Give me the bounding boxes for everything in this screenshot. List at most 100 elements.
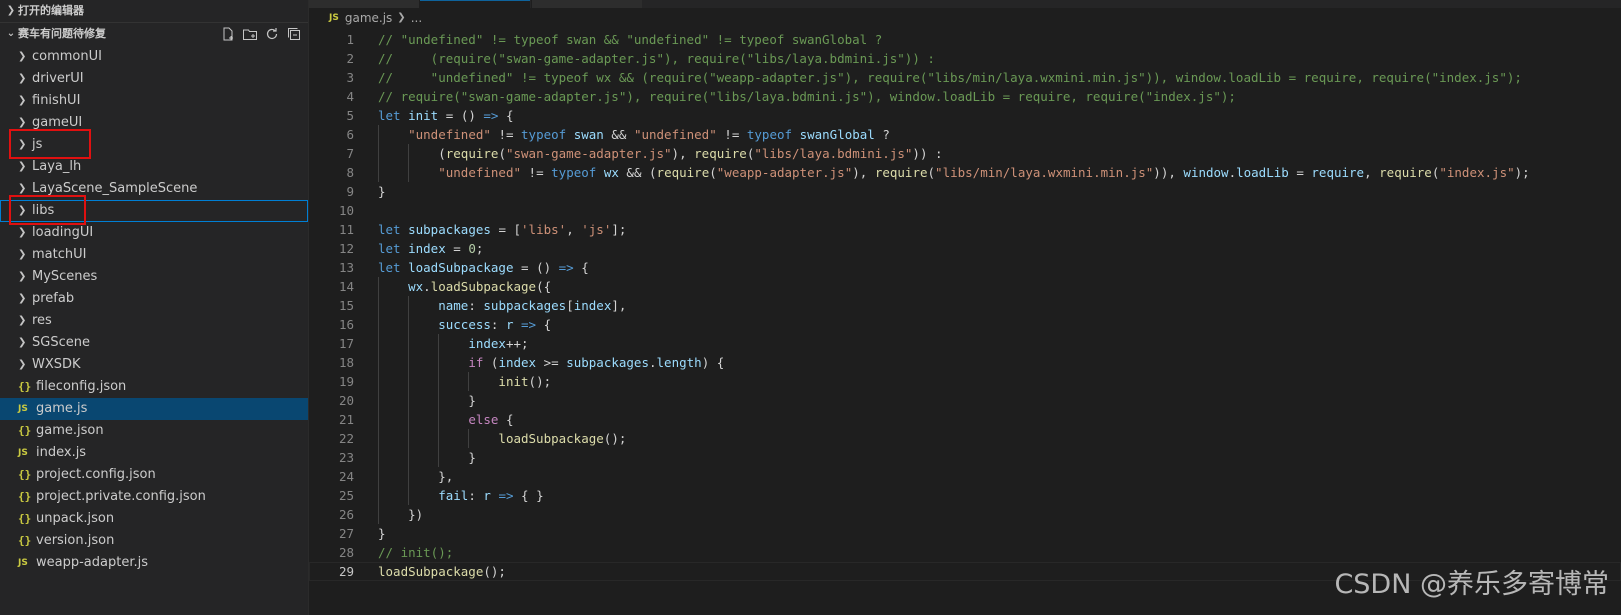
code-line[interactable]: 15 name: subpackages[index], [309,296,1621,315]
code-line[interactable]: 20 } [309,391,1621,410]
code-text: let subpackages = ['libs', 'js']; [378,222,627,237]
chevron-right-icon: ❯ [18,337,27,348]
code-text: // (require("swan-game-adapter.js"), req… [378,51,935,66]
code-line[interactable]: 16 success: r => { [309,315,1621,334]
code-text: let index = 0; [378,241,484,256]
code-line[interactable]: 7 (require("swan-game-adapter.js"), requ… [309,144,1621,163]
file-item[interactable]: {} project.private.config.json [0,486,308,508]
folder-item[interactable]: ❯ driverUI [0,68,308,90]
code-text: } [468,450,476,465]
code-line[interactable]: 25 fail: r => { } [309,486,1621,505]
line-number: 24 [338,469,354,484]
code-text: } [378,526,386,541]
chevron-right-icon: ❯ [6,5,16,16]
folder-item[interactable]: ❯ commonUI [0,46,308,68]
breadcrumb[interactable]: JS game.js ❯ ... [309,8,1621,28]
refresh-icon[interactable] [264,26,280,42]
line-number: 9 [346,184,354,199]
file-item[interactable]: {} game.json [0,420,308,442]
folder-item[interactable]: ❯ js [0,129,308,159]
line-number: 25 [338,488,354,503]
folder-item[interactable]: ❯ prefab [0,288,308,310]
code-text: // require("swan-game-adapter.js"), requ… [378,89,1236,104]
folder-item[interactable]: ❯ libs [0,195,308,225]
file-item[interactable]: JS index.js [0,442,308,464]
folder-item[interactable]: ❯ Laya_lh [0,156,308,178]
line-number: 5 [346,108,354,123]
folder-item[interactable]: ❯ SGScene [0,332,308,354]
tree-item-label: project.config.json [36,467,156,482]
code-line[interactable]: 23 } [309,448,1621,467]
collapse-all-icon[interactable] [286,26,302,42]
folder-item[interactable]: ❯ gameUI [0,112,308,134]
code-text: "undefined" != typeof wx && (require("we… [438,165,1530,180]
breadcrumb-more[interactable]: ... [411,8,422,28]
code-line[interactable]: 9} [309,182,1621,201]
code-line[interactable]: 21 else { [309,410,1621,429]
file-item[interactable]: {} project.config.json [0,464,308,486]
tree-item-label: js [32,137,43,152]
code-text: let loadSubpackage = () => { [378,260,589,275]
code-area[interactable]: 1 // "undefined" != typeof swan && "undef… [309,30,1621,581]
code-line[interactable]: 14 wx.loadSubpackage({ [309,277,1621,296]
code-line[interactable]: 11 let subpackages = ['libs', 'js']; [309,220,1621,239]
file-item[interactable]: {} unpack.json [0,508,308,530]
code-text: (require("swan-game-adapter.js"), requir… [438,146,943,161]
code-text: init(); [498,374,552,389]
file-item[interactable]: JS game.js [0,398,308,420]
code-line[interactable]: 8 "undefined" != typeof wx && (require("… [309,163,1621,182]
code-text: } [468,393,476,408]
folder-item[interactable]: ❯ WXSDK [0,354,308,376]
file-item[interactable]: JS weapp-adapter.js [0,552,308,574]
code-line[interactable]: 28 // init(); [309,543,1621,562]
code-line[interactable]: 18 if (index >= subpackages.length) { [309,353,1621,372]
code-line[interactable]: 26 }) [309,505,1621,524]
new-file-icon[interactable] [220,26,236,42]
code-line[interactable]: 13 let loadSubpackage = () => { [309,258,1621,277]
new-folder-icon[interactable] [242,26,258,42]
line-number: 21 [338,412,354,427]
open-editors-section[interactable]: ❯ 打开的编辑器 [0,0,308,23]
code-line[interactable]: 3 // "undefined" != typeof wx && (require… [309,68,1621,87]
chevron-right-icon: ❯ [18,227,27,238]
code-line[interactable]: 22 loadSubpackage(); [309,429,1621,448]
line-number: 8 [346,165,354,180]
tree-item-label: matchUI [32,247,87,262]
line-number: 23 [338,450,354,465]
file-item[interactable]: {} version.json [0,530,308,552]
chevron-right-icon: ❯ [397,12,406,23]
code-line[interactable]: 12 let index = 0; [309,239,1621,258]
breadcrumb-file[interactable]: game.js [345,8,392,28]
code-line[interactable]: 6 "undefined" != typeof swan && "undefin… [309,125,1621,144]
folder-item[interactable]: ❯ loadingUI [0,222,308,244]
code-line[interactable]: 10 [309,201,1621,220]
folder-item[interactable]: ❯ finishUI [0,90,308,112]
code-line[interactable]: 4 // require("swan-game-adapter.js"), req… [309,87,1621,106]
code-line[interactable]: 1 // "undefined" != typeof swan && "undef… [309,30,1621,49]
folder-item[interactable]: ❯ matchUI [0,244,308,266]
file-item[interactable]: {} fileconfig.json [0,376,308,398]
chevron-right-icon: ❯ [18,139,27,150]
tree-item-label: LayaScene_SampleScene [32,181,198,196]
tree-item-label: game.json [36,423,104,438]
tab-strip[interactable] [309,0,1621,9]
code-text: // "undefined" != typeof swan && "undefi… [378,32,883,47]
project-section-header[interactable]: ⌄ 赛车有问题待修复 [0,23,308,45]
code-text: } [378,184,386,199]
code-line[interactable]: 19 init(); [309,372,1621,391]
folder-item[interactable]: ❯ MyScenes [0,266,308,288]
code-line[interactable]: 17 index++; [309,334,1621,353]
code-text: success: r => { [438,317,552,332]
js-file-icon: JS [18,448,28,458]
chevron-right-icon: ❯ [18,293,27,304]
watermark: CSDN @养乐多寄博常 [1334,569,1609,600]
line-number: 10 [338,203,354,218]
folder-item[interactable]: ❯ res [0,310,308,332]
js-file-icon: JS [18,404,28,414]
code-line[interactable]: 24 }, [309,467,1621,486]
folder-item[interactable]: ❯ LayaScene_SampleScene [0,178,308,200]
chevron-right-icon: ❯ [18,315,27,326]
code-line[interactable]: 27} [309,524,1621,543]
code-line[interactable]: 2 // (require("swan-game-adapter.js"), re… [309,49,1621,68]
code-line[interactable]: 5 let init = () => { [309,106,1621,125]
